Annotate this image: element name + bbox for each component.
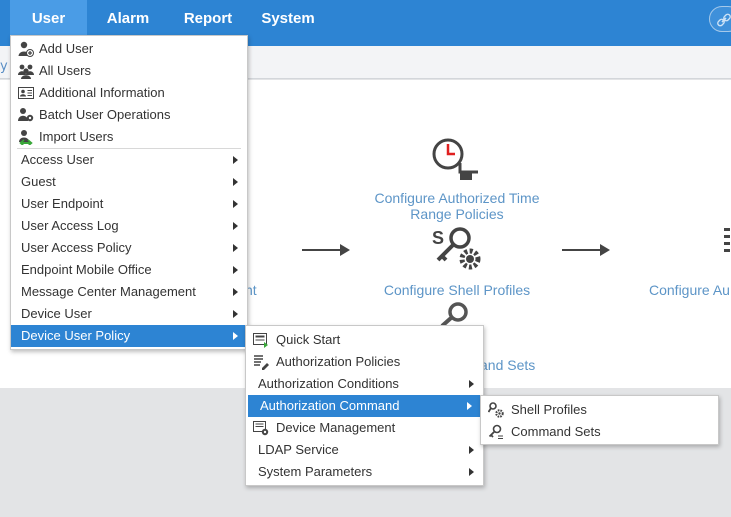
all-users-icon xyxy=(18,64,34,79)
device-icon xyxy=(253,421,269,436)
quick-start-icon xyxy=(253,333,268,348)
menu-item-label: Shell Profiles xyxy=(511,402,587,417)
menu-item-label: Message Center Management xyxy=(21,284,196,299)
menu-item-label: Endpoint Mobile Office xyxy=(21,262,152,277)
menu-item-label: Add User xyxy=(39,41,94,56)
menu-item-label: LDAP Service xyxy=(258,442,339,457)
submenu-arrow-icon xyxy=(233,244,238,252)
menu-item-label: All Users xyxy=(39,63,92,78)
menu-item-add-user[interactable]: Add User xyxy=(11,38,247,60)
menu-item-label: Authorization Command xyxy=(260,398,400,413)
menu-item-command-sets[interactable]: Command Sets xyxy=(481,421,718,443)
submenu-arrow-icon xyxy=(233,310,238,318)
topnav-report[interactable]: Report xyxy=(172,0,244,36)
menu-item-device-user-policy[interactable]: Device User Policy xyxy=(11,325,247,347)
shell-profile-icon xyxy=(488,402,504,418)
menu-item-label: Access User xyxy=(21,152,94,167)
menu-item-label: Command Sets xyxy=(511,424,601,439)
submenu-arrow-icon xyxy=(469,446,474,454)
user-dropdown-menu: Add User All Users Additional Informatio… xyxy=(10,35,248,350)
menu-item-label: User Access Policy xyxy=(21,240,132,255)
configure-shell-profiles-link[interactable]: Configure Shell Profiles xyxy=(374,282,540,298)
link-icon xyxy=(717,13,731,27)
menu-item-shell-profiles[interactable]: Shell Profiles xyxy=(481,399,718,421)
flow-step-left-link[interactable]: nt xyxy=(245,282,275,298)
breadcrumb-link[interactable]: y xyxy=(0,59,8,74)
menu-item-access-user[interactable]: Access User xyxy=(11,149,247,171)
menu-item-ldap-service[interactable]: LDAP Service xyxy=(246,439,483,461)
menu-item-label: User Endpoint xyxy=(21,196,104,211)
menu-item-message-center-management[interactable]: Message Center Management xyxy=(11,281,247,303)
submenu-arrow-icon xyxy=(233,156,238,164)
menu-item-label: Device Management xyxy=(276,420,396,435)
submenu-arrow-icon xyxy=(233,266,238,274)
menu-item-authorization-policies[interactable]: Authorization Policies xyxy=(246,351,483,373)
submenu-arrow-icon xyxy=(233,200,238,208)
device-user-policy-submenu: Quick Start Authorization Policies Autho… xyxy=(245,325,484,486)
topnav-alarm[interactable]: Alarm xyxy=(95,0,161,36)
menu-item-label: Quick Start xyxy=(276,332,341,347)
menu-item-authorization-conditions[interactable]: Authorization Conditions xyxy=(246,373,483,395)
menu-item-all-users[interactable]: All Users xyxy=(11,60,247,82)
menu-item-label: System Parameters xyxy=(258,464,373,479)
submenu-arrow-icon xyxy=(233,288,238,296)
authorization-command-submenu: Shell Profiles Command Sets xyxy=(480,395,719,445)
add-user-icon xyxy=(18,41,34,57)
menu-item-batch-user-operations[interactable]: Batch User Operations xyxy=(11,104,247,126)
menu-item-label: User Access Log xyxy=(21,218,119,233)
id-card-icon xyxy=(18,87,34,99)
menu-item-label: Authorization Conditions xyxy=(258,376,399,391)
menu-item-quick-start[interactable]: Quick Start xyxy=(246,329,483,351)
submenu-arrow-icon xyxy=(467,402,472,410)
submenu-arrow-icon xyxy=(469,380,474,388)
menu-item-label: Device User Policy xyxy=(21,328,131,343)
menu-item-label: Additional Information xyxy=(39,85,165,100)
flow-arrow-icon xyxy=(562,244,610,256)
menu-item-user-access-log[interactable]: User Access Log xyxy=(11,215,247,237)
menu-item-user-access-policy[interactable]: User Access Policy xyxy=(11,237,247,259)
menu-item-label: Authorization Policies xyxy=(276,354,401,369)
flow-step-right-link[interactable]: Configure Au xyxy=(649,282,731,298)
configure-command-sets-link[interactable]: and Sets xyxy=(480,357,550,373)
svg-text:S: S xyxy=(432,228,444,248)
command-set-icon xyxy=(488,424,503,439)
menu-item-guest[interactable]: Guest xyxy=(11,171,247,193)
policy-list-icon xyxy=(254,355,269,370)
menu-item-system-parameters[interactable]: System Parameters xyxy=(246,461,483,483)
menu-item-user-endpoint[interactable]: User Endpoint xyxy=(11,193,247,215)
batch-users-icon xyxy=(18,108,34,122)
menu-item-endpoint-mobile-office[interactable]: Endpoint Mobile Office xyxy=(11,259,247,281)
header-action-button[interactable] xyxy=(709,6,731,32)
menu-item-authorization-command[interactable]: Authorization Command xyxy=(248,395,481,417)
menu-item-label: Import Users xyxy=(39,129,114,144)
key-gear-icon: S xyxy=(432,227,481,270)
clock-policy-icon xyxy=(432,138,478,182)
menu-item-label: Batch User Operations xyxy=(39,107,171,122)
submenu-arrow-icon xyxy=(233,222,238,230)
menu-item-label: Device User xyxy=(21,306,92,321)
submenu-arrow-icon xyxy=(233,332,238,340)
topnav-system[interactable]: System xyxy=(254,0,322,36)
flow-arrow-icon xyxy=(302,244,350,256)
menu-item-device-management[interactable]: Device Management xyxy=(246,417,483,439)
submenu-arrow-icon xyxy=(469,468,474,476)
menu-item-additional-information[interactable]: Additional Information xyxy=(11,82,247,104)
configure-time-range-link[interactable]: Configure Authorized Time Range Policies xyxy=(368,190,546,222)
menu-item-device-user[interactable]: Device User xyxy=(11,303,247,325)
topnav-user[interactable]: User xyxy=(10,0,87,36)
submenu-arrow-icon xyxy=(233,178,238,186)
menu-item-import-users[interactable]: Import Users xyxy=(11,126,247,148)
menu-item-label: Guest xyxy=(21,174,56,189)
list-icon xyxy=(724,228,730,252)
import-users-icon xyxy=(19,130,33,145)
